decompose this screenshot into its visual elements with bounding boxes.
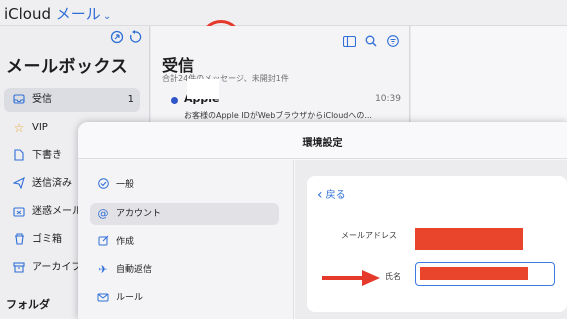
star-icon: ☆ <box>13 121 25 135</box>
document-icon <box>12 144 26 168</box>
settings-nav-label: ルール <box>116 293 144 303</box>
search-icon[interactable] <box>363 35 379 51</box>
sidebar-item-label: 迷惑メール <box>32 206 82 217</box>
back-button[interactable]: ‹ 戻る <box>317 186 346 203</box>
junk-icon <box>12 200 26 224</box>
archive-icon <box>12 256 26 280</box>
rules-icon <box>96 287 110 309</box>
list-toolbar <box>335 32 401 48</box>
top-bar: iCloud メール ⌄ <box>0 0 567 26</box>
message-preview: お客様のApple IDがWebブラウザからiCloudへの... <box>184 111 372 120</box>
sidebar-item-label: 下書き <box>32 150 62 161</box>
message-time: 10:39 <box>375 94 401 104</box>
edit-icon <box>96 231 110 253</box>
inbox-icon <box>12 88 26 112</box>
chevron-left-icon: ‹ <box>317 187 323 203</box>
settings-nav-rules[interactable]: ルール <box>90 287 279 309</box>
back-label: 戻る <box>325 190 346 201</box>
settings-nav-label: 一般 <box>116 180 135 190</box>
airplane-icon: ✈ <box>98 263 108 276</box>
app-title[interactable]: iCloud メール ⌄ <box>4 3 111 24</box>
app-name: iCloud <box>4 5 52 23</box>
sidebar-heading: メールボックス <box>6 57 128 77</box>
sidebar-item-label: VIP <box>32 122 48 133</box>
refresh-icon[interactable] <box>127 30 143 46</box>
checkmark-circle-icon <box>96 174 110 196</box>
compose-icon[interactable] <box>109 30 125 46</box>
settings-nav-account[interactable]: @ アカウント <box>90 203 279 225</box>
mailbox-summary: 合計24件のメッセージ、未開封1件 <box>162 74 289 83</box>
settings-nav-compose[interactable]: 作成 <box>90 231 279 253</box>
folders-heading: フォルダ <box>6 298 50 311</box>
sidebar-toolbar <box>105 20 242 62</box>
filter-icon[interactable] <box>385 35 401 51</box>
sidebar-item-label: アーカイブ <box>32 262 82 273</box>
email-label: メールアドレス <box>341 231 397 240</box>
settings-dialog: 環境設定 一般 @ アカウント 作成 ✈ 自動返信 ルール ‹ 戻る メールアド… <box>78 122 567 319</box>
sidebar-item-label: 送信済み <box>32 178 72 189</box>
dialog-header: 環境設定 <box>78 122 567 159</box>
name-label: 氏名 <box>385 272 401 281</box>
settings-content: ‹ 戻る メールアドレス 氏名 <box>295 160 567 319</box>
at-icon: @ <box>97 207 109 220</box>
trash-icon <box>12 228 26 252</box>
settings-nav: 一般 @ アカウント 作成 ✈ 自動返信 ルール <box>78 160 294 319</box>
name-redaction <box>420 267 528 280</box>
settings-nav-label: アカウント <box>116 209 162 219</box>
settings-nav-label: 自動返信 <box>116 265 153 275</box>
sidebar-item-label: 受信 <box>32 94 52 105</box>
sidebar-item-inbox[interactable]: 受信 1 <box>4 88 140 112</box>
app-section: メール <box>55 5 101 23</box>
settings-nav-label: 作成 <box>116 237 135 247</box>
email-redaction <box>415 228 523 250</box>
paperplane-icon <box>12 172 26 196</box>
chevron-down-icon: ⌄ <box>102 11 112 22</box>
settings-nav-general[interactable]: 一般 <box>90 174 279 196</box>
annotation-arrow <box>322 270 380 286</box>
settings-nav-auto-reply[interactable]: ✈ 自動返信 <box>90 259 279 281</box>
unread-count: 1 <box>127 94 134 105</box>
dialog-title: 環境設定 <box>302 138 343 149</box>
sidebar-toggle-icon[interactable] <box>341 35 357 51</box>
sidebar-item-label: ゴミ箱 <box>32 234 62 245</box>
redaction-box <box>187 79 219 99</box>
account-card: ‹ 戻る メールアドレス 氏名 <box>307 176 567 312</box>
name-field[interactable] <box>415 262 555 286</box>
unread-dot <box>171 97 178 104</box>
